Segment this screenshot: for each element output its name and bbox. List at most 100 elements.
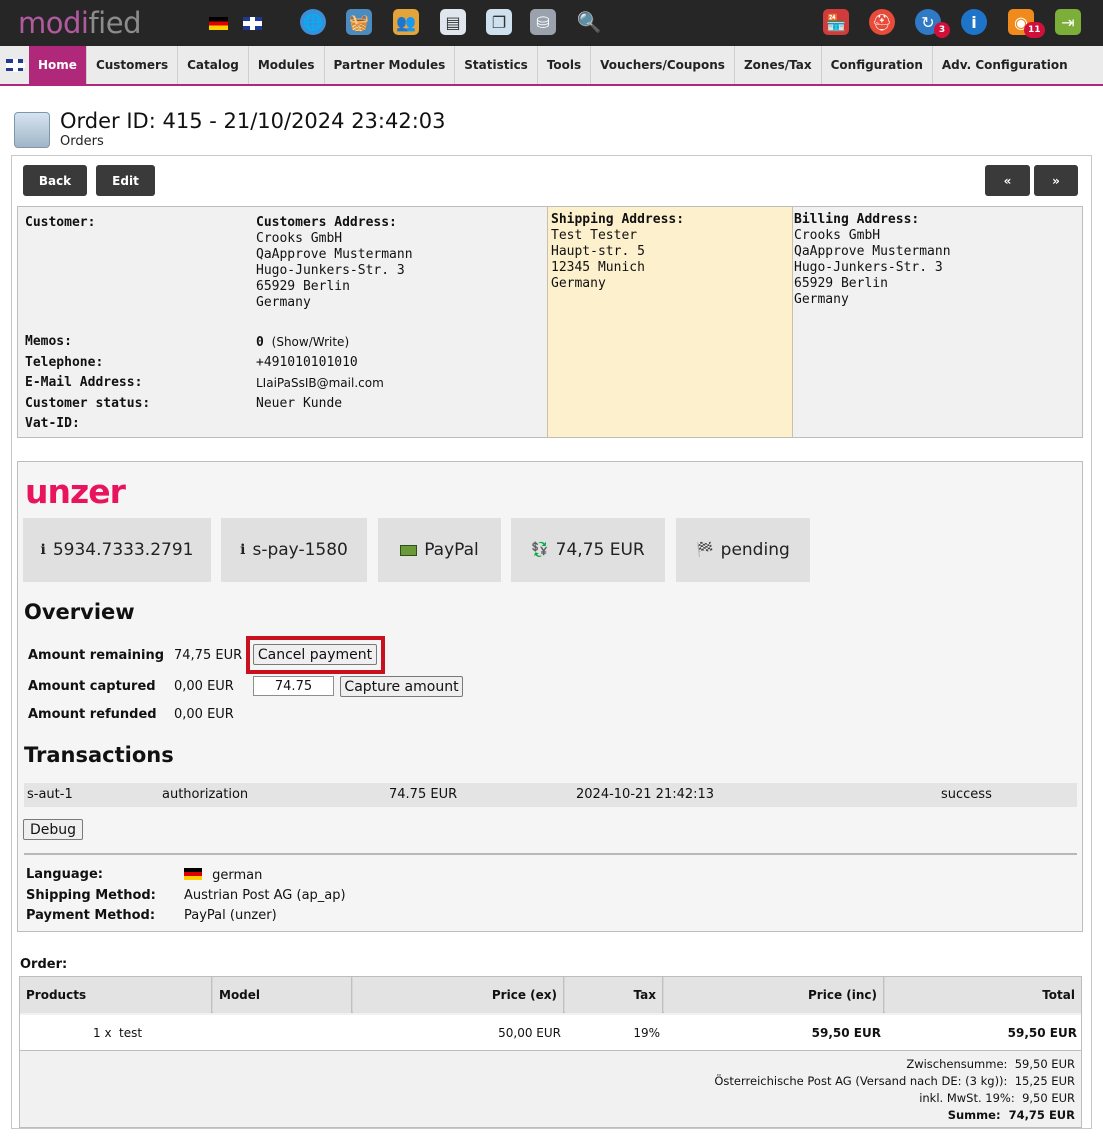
capture-amount-input[interactable]: 74.75 <box>253 676 334 696</box>
address-line: 65929 Berlin <box>256 279 350 294</box>
nav-adv-configuration[interactable]: Adv. Configuration <box>933 46 1077 84</box>
summary-value: 74,75 EUR <box>1008 1108 1075 1122</box>
unzer-logo: unzer <box>25 472 126 511</box>
payment-amount: 74,75 EUR <box>555 540 645 560</box>
german-flag-icon[interactable] <box>209 17 228 30</box>
amount-captured-label: Amount captured <box>28 679 156 694</box>
payment-status: pending <box>720 540 790 560</box>
address-line: Test Tester <box>551 228 638 243</box>
documents-icon[interactable]: ❐ <box>486 9 512 35</box>
payment-id-tile: i 5934.7333.2791 <box>23 518 211 582</box>
nav-modules[interactable]: Modules <box>249 46 325 84</box>
info-icon: i <box>40 542 46 558</box>
amount-remaining-label: Amount remaining <box>28 648 165 663</box>
transaction-status: success <box>941 787 992 802</box>
nav-home[interactable]: Home <box>29 46 87 84</box>
summary-label: Summe: <box>947 1108 1001 1122</box>
shipping-address-lines: Test Tester Haupt-str. 5 12345 Munich Ge… <box>551 228 645 292</box>
shipping-method-value: Austrian Post AG (ap_ap) <box>184 888 346 903</box>
customers-icon[interactable]: 👥 <box>393 9 419 35</box>
nav-language-flag[interactable] <box>0 46 29 84</box>
nav-configuration[interactable]: Configuration <box>822 46 933 84</box>
address-line: Crooks GmbH <box>794 228 881 243</box>
summary-label: Österreichische Post AG (Versand nach DE… <box>714 1074 1008 1088</box>
subtotal-line: Zwischensumme: 59,50 EUR <box>906 1057 1075 1071</box>
cancel-payment-button[interactable]: Cancel payment <box>253 644 377 665</box>
catalog-icon[interactable]: ▤ <box>440 9 466 35</box>
email-value[interactable]: LIaiPaSsIB@mail.com <box>256 375 384 391</box>
page-title: Order ID: 415 - 21/10/2024 23:42:03 <box>60 109 446 133</box>
billing-address-label: Billing Address: <box>794 212 920 227</box>
debug-button[interactable]: Debug <box>23 819 83 840</box>
nav-statistics[interactable]: Statistics <box>455 46 538 84</box>
grand-total-line: Summe: 74,75 EUR <box>948 1108 1075 1122</box>
payment-id: 5934.7333.2791 <box>52 540 194 560</box>
globe-icon[interactable]: 🌐 <box>300 9 326 35</box>
payment-method-value: PayPal (unzer) <box>184 908 277 923</box>
row-tax: 19% <box>633 1026 660 1040</box>
logout-icon[interactable]: ⇥ <box>1055 9 1081 35</box>
next-order-button[interactable]: » <box>1034 165 1078 196</box>
memos-count: 0 <box>256 335 264 350</box>
transaction-type: authorization <box>162 787 249 802</box>
address-line: Hugo-Junkers-Str. 3 <box>794 260 943 275</box>
nav-customers[interactable]: Customers <box>87 46 179 84</box>
payment-method-label: Payment Method: <box>26 908 156 923</box>
short-id-tile: i s-pay-1580 <box>221 518 367 582</box>
flag-icon: 🏁 <box>696 542 714 558</box>
page-header: Order ID: 415 - 21/10/2024 23:42:03 Orde… <box>14 108 446 149</box>
order-label: Order: <box>20 957 68 972</box>
previous-order-button[interactable]: « <box>985 165 1030 196</box>
nav-partner-modules[interactable]: Partner Modules <box>325 46 456 84</box>
nav-catalog[interactable]: Catalog <box>178 46 249 84</box>
address-line: Germany <box>794 292 849 307</box>
english-flag-icon <box>6 59 25 72</box>
info-icon[interactable]: i <box>961 9 987 35</box>
unzer-payment-panel: unzer i 5934.7333.2791 i s-pay-1580 PayPal… <box>17 461 1083 932</box>
edit-button[interactable]: Edit <box>96 165 155 196</box>
english-flag-icon[interactable] <box>243 17 262 30</box>
top-bar: modified 🌐 🧺 👥 ▤ ❐ ⛁ 🔍 🏪 ⛑ ↻ 3 i ◉ 11 ⇥ <box>0 0 1103 46</box>
vat-id-label: Vat-ID: <box>25 416 80 431</box>
back-button[interactable]: Back <box>23 165 87 196</box>
telephone-label: Telephone: <box>25 355 104 370</box>
orders-basket-icon[interactable]: 🧺 <box>346 9 372 35</box>
capture-amount-button[interactable]: Capture amount <box>340 676 463 697</box>
logo-prefix: modi <box>18 6 89 40</box>
overview-heading: Overview <box>24 600 135 624</box>
logo-suffix: fied <box>88 6 141 40</box>
logo[interactable]: modified <box>18 6 141 40</box>
nav-tools[interactable]: Tools <box>538 46 592 84</box>
nav-zones-tax[interactable]: Zones/Tax <box>735 46 822 84</box>
col-total: Total <box>885 977 1081 1013</box>
col-products: Products <box>20 977 212 1013</box>
summary-value: 15,25 EUR <box>1014 1074 1075 1088</box>
language-value: german <box>184 867 262 883</box>
address-line: Hugo-Junkers-Str. 3 <box>256 263 405 278</box>
shipping-cost-line: Österreichische Post AG (Versand nach DE… <box>714 1074 1075 1088</box>
col-tax: Tax <box>565 977 663 1013</box>
address-line: Germany <box>256 295 311 310</box>
address-line: QaApprove Mustermann <box>794 244 951 259</box>
nav-vouchers[interactable]: Vouchers/Coupons <box>591 46 735 84</box>
payment-type-tile: PayPal <box>378 518 501 582</box>
memos-value: 0 (Show/Write) <box>256 334 349 351</box>
customers-address-label: Customers Address: <box>256 215 397 230</box>
shipping-address-label: Shipping Address: <box>551 212 685 227</box>
customer-status-label: Customer status: <box>25 396 151 411</box>
info-icon: i <box>240 542 246 558</box>
col-model: Model <box>213 977 352 1013</box>
shop-icon[interactable]: 🏪 <box>823 9 849 35</box>
summary-value: 59,50 EUR <box>1014 1057 1075 1071</box>
tax-line: inkl. MwSt. 19%: 9,50 EUR <box>919 1091 1075 1105</box>
transaction-date: 2024-10-21 21:42:13 <box>576 787 715 802</box>
billing-address: Crooks GmbH QaApprove Mustermann Hugo-Ju… <box>794 228 951 308</box>
customer-label: Customer: <box>25 215 96 230</box>
memos-link[interactable]: (Show/Write) <box>272 335 349 349</box>
short-id: s-pay-1580 <box>252 540 348 560</box>
transaction-id: s-aut-1 <box>27 787 73 802</box>
orders-basket-icon <box>14 112 50 148</box>
database-icon[interactable]: ⛁ <box>530 9 556 35</box>
help-lifebuoy-icon[interactable]: ⛑ <box>869 9 895 35</box>
search-icon[interactable]: 🔍 <box>576 9 602 35</box>
